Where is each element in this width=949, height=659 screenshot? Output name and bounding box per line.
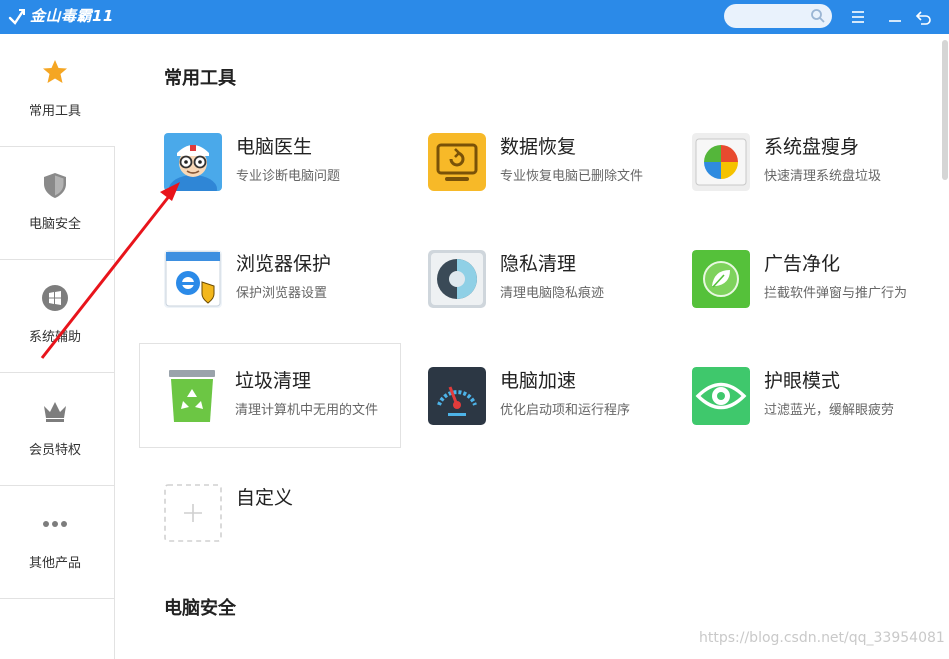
tool-ad-block[interactable]: 广告净化 拦截软件弹窗与推广行为: [669, 227, 931, 331]
tool-name: 浏览器保护: [236, 253, 332, 275]
sidebar: 常用工具 电脑安全 系统辅助 会员特权 其他产品: [0, 34, 115, 659]
back-icon[interactable]: [913, 6, 935, 28]
watermark: https://blog.csdn.net/qq_33954081: [699, 630, 945, 646]
tool-name: 广告净化: [764, 253, 841, 275]
sidebar-item-pc-security[interactable]: 电脑安全: [0, 147, 115, 260]
section-title-common-tools: 常用工具: [164, 68, 236, 89]
eye-care-icon: [692, 367, 750, 425]
tool-desc: 过滤蓝光，缓解眼疲劳: [764, 403, 895, 418]
search-input[interactable]: [724, 4, 832, 28]
tool-custom[interactable]: 自定义: [141, 461, 403, 565]
tool-name: 数据恢复: [500, 136, 577, 158]
sidebar-item-system-assist[interactable]: 系统辅助: [0, 260, 115, 373]
shield-icon: [44, 173, 66, 198]
tool-privacy-clean[interactable]: 隐私清理 清理电脑隐私痕迹: [405, 227, 667, 331]
sidebar-item-vip[interactable]: 会员特权: [0, 373, 115, 486]
privacy-clean-icon: [428, 250, 486, 308]
star-icon: [43, 60, 67, 83]
tool-trash-clean[interactable]: 垃圾清理 清理计算机中无用的文件: [139, 343, 401, 448]
windows-icon: [42, 285, 68, 311]
tool-name: 护眼模式: [764, 370, 841, 392]
sidebar-item-label: 其他产品: [28, 556, 81, 571]
tool-data-recovery[interactable]: 数据恢复 专业恢复电脑已删除文件: [405, 110, 667, 214]
tool-name: 隐私清理: [500, 253, 577, 275]
more-dots-icon: [43, 521, 67, 527]
sidebar-item-label: 会员特权: [28, 443, 81, 458]
tool-name: 垃圾清理: [235, 370, 312, 392]
tool-desc: 专业诊断电脑问题: [236, 169, 341, 184]
ad-block-icon: [692, 250, 750, 308]
browser-protect-icon: [164, 250, 222, 308]
sidebar-item-other-products[interactable]: 其他产品: [0, 486, 115, 599]
tool-desc: 保护浏览器设置: [236, 286, 328, 301]
tool-desc: 专业恢复电脑已删除文件: [500, 169, 644, 184]
sidebar-item-label: 电脑安全: [28, 217, 81, 232]
tool-name: 系统盘瘦身: [764, 136, 860, 158]
title-bar: 金山毒霸11: [0, 0, 949, 34]
search-icon[interactable]: [810, 8, 826, 24]
add-custom-icon[interactable]: [164, 484, 222, 542]
scrollbar-thumb[interactable]: [942, 40, 948, 180]
tool-name: 电脑医生: [236, 136, 313, 158]
tool-desc: 清理计算机中无用的文件: [235, 403, 379, 418]
tool-eye-care[interactable]: 护眼模式 过滤蓝光，缓解眼疲劳: [669, 344, 931, 448]
tool-name: 自定义: [236, 487, 294, 509]
tool-desc: 优化启动项和运行程序: [500, 403, 631, 418]
crown-icon: [44, 402, 66, 422]
tool-disk-slim[interactable]: 系统盘瘦身 快速清理系统盘垃圾: [669, 110, 931, 214]
sidebar-item-label: 常用工具: [28, 104, 81, 119]
tool-desc: 拦截软件弹窗与推广行为: [764, 286, 908, 301]
tool-name: 电脑加速: [500, 370, 577, 392]
sidebar-item-common-tools[interactable]: 常用工具: [0, 34, 115, 147]
disk-slim-icon: [692, 133, 750, 191]
speedup-icon: [428, 367, 486, 425]
data-recovery-icon: [428, 133, 486, 191]
app-title: 金山毒霸11: [30, 7, 114, 25]
tool-browser-protect[interactable]: 浏览器保护 保护浏览器设置: [141, 227, 403, 331]
tool-speedup[interactable]: 电脑加速 优化启动项和运行程序: [405, 344, 667, 448]
app-logo-icon: [8, 9, 25, 25]
tool-desc: 快速清理系统盘垃圾: [764, 169, 882, 184]
menu-icon[interactable]: [847, 6, 869, 28]
minimize-icon[interactable]: [884, 6, 906, 28]
tool-desc: 清理电脑隐私痕迹: [500, 286, 605, 301]
sidebar-item-label: 系统辅助: [28, 330, 81, 345]
trash-clean-icon: [163, 367, 221, 425]
section-title-pc-security: 电脑安全: [164, 598, 236, 619]
doctor-icon: [164, 133, 222, 191]
tool-pc-doctor[interactable]: 电脑医生 专业诊断电脑问题: [141, 110, 403, 214]
